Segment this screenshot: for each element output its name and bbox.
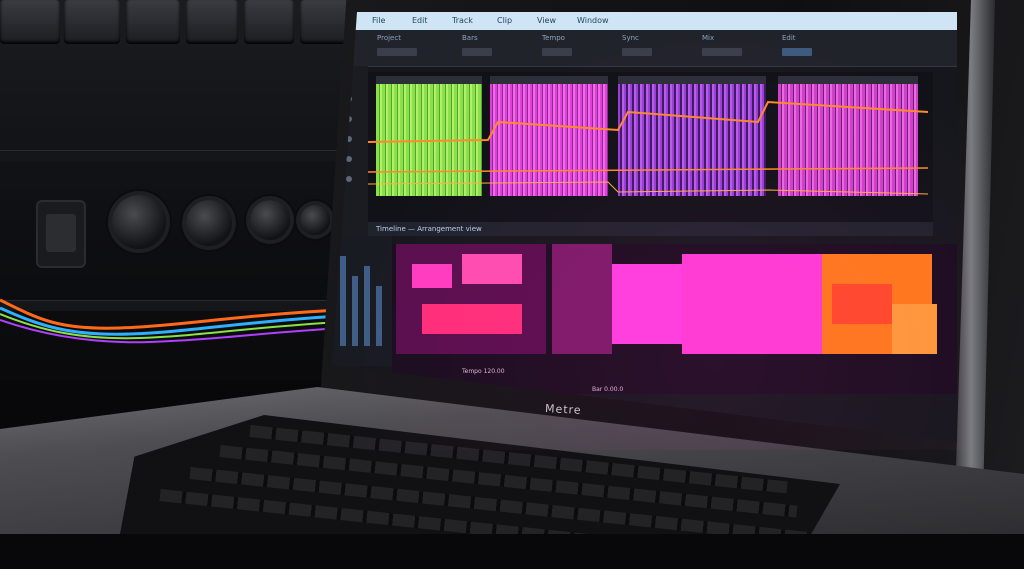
arrangement-area (368, 72, 933, 222)
toolbar-label-sync: Sync (622, 34, 639, 42)
menu-item-file[interactable]: File (372, 16, 385, 25)
toolbar-button[interactable] (542, 48, 572, 56)
menu-item-clip[interactable]: Clip (497, 16, 512, 25)
grid-cell[interactable] (552, 244, 612, 354)
rack-knob (300, 205, 330, 235)
grid-cell[interactable] (612, 264, 682, 344)
app-menubar: File Edit Track Clip View Window (332, 12, 957, 30)
status-text-right: Bar 0.00.0 (592, 386, 624, 393)
toolbar-button[interactable] (377, 48, 417, 56)
rack-port (36, 200, 86, 268)
menu-item-track[interactable]: Track (452, 16, 473, 25)
rack-key (0, 0, 60, 44)
patch-cables (0, 298, 340, 344)
grid-cell[interactable] (682, 254, 822, 354)
grid-cell[interactable] (892, 304, 937, 354)
toolbar-label-tempo: Tempo (542, 34, 565, 42)
channel-fader[interactable] (352, 276, 358, 346)
grid-cell[interactable] (412, 264, 452, 288)
toolbar-button[interactable] (462, 48, 492, 56)
menu-item-edit[interactable]: Edit (412, 16, 428, 25)
mixer-strip-panel (332, 236, 392, 366)
status-text-left: Tempo 120.00 (462, 368, 505, 375)
toolbar-label-bars: Bars (462, 34, 478, 42)
grid-cell[interactable] (422, 304, 522, 334)
channel-fader[interactable] (364, 266, 370, 346)
menu-item-view[interactable]: View (537, 16, 556, 25)
toolbar-label-mix: Mix (702, 34, 715, 42)
rack-key (64, 0, 120, 44)
rack-shelf (0, 150, 360, 161)
rack-key (300, 0, 350, 44)
toolbar-button[interactable] (702, 48, 742, 56)
channel-fader[interactable] (340, 256, 346, 346)
app-toolbar: Project Bars Tempo Sync Mix Edit (332, 30, 957, 67)
grid-cell[interactable] (462, 254, 522, 284)
rack-key (244, 0, 294, 44)
rack-knob (112, 195, 166, 249)
channel-fader[interactable] (376, 286, 382, 346)
toolbar-label-edit: Edit (782, 34, 796, 42)
menu-item-window[interactable]: Window (577, 16, 609, 25)
grid-cell[interactable] (832, 284, 892, 324)
toolbar-button[interactable] (782, 48, 812, 56)
info-bar-text: Timeline — Arrangement view (376, 225, 482, 233)
rack-knob (186, 200, 232, 246)
rack-key (126, 0, 180, 44)
toolbar-label-project: Project (377, 34, 401, 42)
toolbar-button[interactable] (622, 48, 652, 56)
automation-lines (368, 100, 929, 195)
tool-icon[interactable] (346, 156, 352, 162)
rack-key (186, 0, 238, 44)
laptop-brand-label: Metre (544, 402, 582, 417)
tool-icon[interactable] (346, 176, 352, 182)
info-bar: Timeline — Arrangement view (368, 222, 933, 236)
rack-knob (250, 200, 290, 240)
